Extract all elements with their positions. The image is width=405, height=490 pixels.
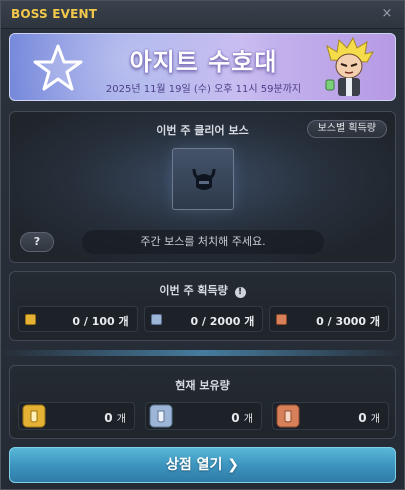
holding-item-silver: 0 개 (145, 402, 262, 430)
bronze-coin-icon (276, 314, 288, 325)
section-divider (1, 350, 404, 356)
weekly-clear-boss-panel: 이번 주 클리어 보스 보스별 획득량 ? 주간 보스를 처치해 주세요. (9, 111, 396, 263)
holding-gold-value: 0 개 (104, 410, 126, 425)
horned-helmet-icon (192, 168, 216, 190)
acquisition-item-silver: 0 / 2000 개 (143, 306, 264, 332)
title-bar[interactable]: BOSS EVENT × (1, 1, 404, 29)
character-icon (325, 36, 375, 96)
holding-silver-unit: 개 (243, 414, 253, 425)
gold-coin-icon (25, 314, 36, 325)
holding-silver-value: 0 개 (231, 410, 253, 425)
acquisition-item-gold: 0 / 100 개 (18, 306, 138, 332)
holding-gold-amount: 0 (104, 411, 113, 425)
holding-item-bronze: 0 개 (272, 402, 389, 430)
acquisition-gold-value: 0 / 100 개 (72, 315, 129, 328)
open-shop-button[interactable]: 상점 열기 ❯ (9, 447, 396, 483)
silver-coin-icon (149, 404, 173, 428)
boss-event-window: BOSS EVENT × 아지트 수호대 2025년 11월 19일 (수) 오… (0, 0, 405, 490)
acquisition-item-bronze: 0 / 3000 개 (269, 306, 390, 332)
holding-bronze-value: 0 개 (358, 410, 380, 425)
silver-coin-icon (150, 314, 162, 325)
holdings-row: 0 개 0 개 0 개 (18, 402, 389, 430)
acquisition-bronze-value: 0 / 3000 개 (316, 315, 381, 328)
event-banner: 아지트 수호대 2025년 11월 19일 (수) 오후 11시 59분까지 (9, 33, 396, 101)
holding-silver-amount: 0 (231, 411, 240, 425)
current-holdings-heading: 현재 보유량 (175, 379, 230, 392)
current-holdings-panel: 현재 보유량 0 개 0 개 0 개 (9, 365, 396, 439)
close-icon[interactable]: × (378, 5, 396, 23)
boss-acquisition-button[interactable]: 보스별 획득량 (306, 120, 387, 138)
info-icon[interactable]: ! (234, 287, 246, 298)
weekly-acquisition-label: 이번 주 획득량 (159, 284, 228, 297)
holding-item-gold: 0 개 (18, 402, 135, 430)
weekly-acquisition-heading: 이번 주 획득량 ! (10, 282, 395, 298)
holding-bronze-amount: 0 (358, 411, 367, 425)
boss-message: 주간 보스를 처치해 주세요. (82, 230, 324, 254)
window-title: BOSS EVENT (11, 7, 98, 21)
bronze-coin-icon (276, 404, 300, 428)
holding-gold-unit: 개 (116, 414, 126, 425)
boss-slot (172, 148, 234, 210)
gold-coin-icon (22, 404, 46, 428)
acquisition-row: 0 / 100 개 0 / 2000 개 0 / 3000 개 (18, 306, 390, 332)
weekly-acquisition-panel: 이번 주 획득량 ! 0 / 100 개 0 / 2000 개 0 / 3000… (9, 271, 396, 341)
holding-bronze-unit: 개 (370, 414, 380, 425)
help-button[interactable]: ? (20, 232, 54, 252)
acquisition-silver-value: 0 / 2000 개 (190, 315, 255, 328)
